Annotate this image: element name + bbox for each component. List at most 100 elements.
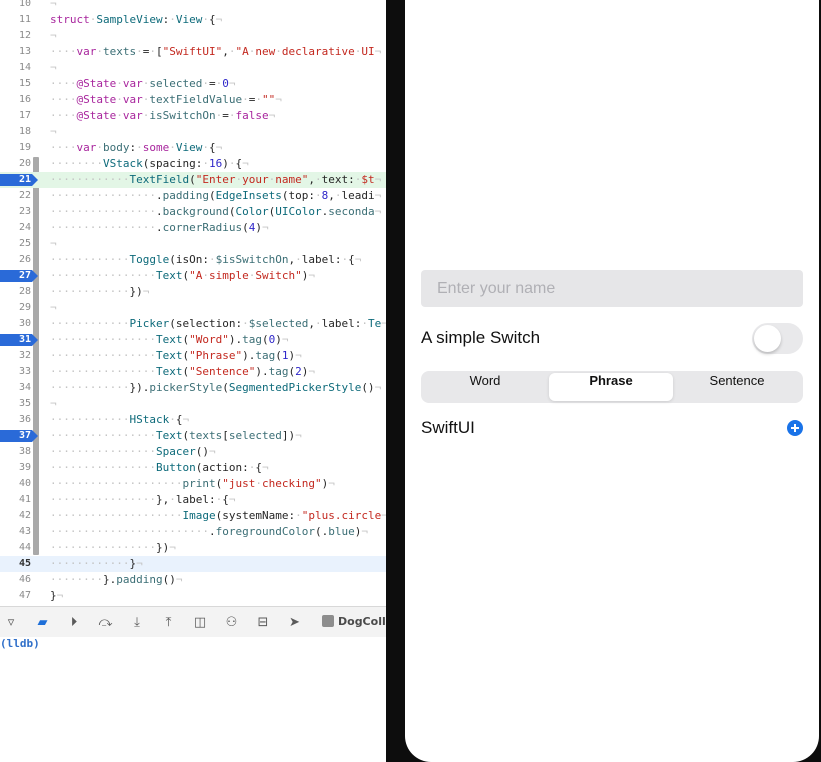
code-line-31[interactable]: 31 ················Text("Word").tag(0)¬ (0, 332, 386, 348)
code-text: }¬ (50, 589, 64, 602)
line-number: 44 (18, 542, 31, 553)
code-line-34[interactable]: 34 ············}).pickerStyle(SegmentedPi… (0, 380, 386, 396)
simulator-screen: Enter your name A simple Switch Word Phr… (405, 0, 819, 762)
code-text: ····var·body:·some·View·{¬ (50, 141, 223, 154)
code-text: ············Picker(selection:·$selected,… (50, 317, 386, 330)
code-line-46[interactable]: 46 ········}.padding()¬ (0, 572, 386, 588)
segment-phrase[interactable]: Phrase (549, 373, 673, 401)
code-line-16[interactable]: 16 ····@State·var·textFieldValue·=·""¬ (0, 92, 386, 108)
step-into-icon: ⤓ (134, 614, 140, 630)
memory-graph-button[interactable]: ⚇ (222, 613, 242, 631)
code-text: ················Text("Phrase").tag(1)¬ (50, 349, 302, 362)
code-text: ····················Image(systemName:·"p… (50, 509, 386, 522)
simple-switch-toggle[interactable] (752, 323, 803, 354)
code-line-11[interactable]: 11 struct·SampleView:·View·{¬ (0, 12, 386, 28)
environment-overrides-button[interactable]: ⊟ (253, 613, 273, 631)
code-line-42[interactable]: 42 ····················Image(systemName:·… (0, 508, 386, 524)
step-over-button[interactable]: ⤼ (96, 613, 116, 631)
code-line-36[interactable]: 36 ············HStack·{¬ (0, 412, 386, 428)
code-line-15[interactable]: 15 ····@State·var·selected·=·0¬ (0, 76, 386, 92)
code-text: ¬ (50, 0, 57, 10)
line-number: 36 (18, 414, 31, 425)
code-line-35[interactable]: 35 ¬ (0, 396, 386, 412)
toggle-knob (754, 325, 781, 352)
code-line-40[interactable]: 40 ····················print("just·checki… (0, 476, 386, 492)
hide-console-icon: ▿ (7, 614, 15, 630)
code-line-41[interactable]: 41 ················},·label:·{¬ (0, 492, 386, 508)
code-line-29[interactable]: 29 ¬ (0, 300, 386, 316)
line-number: 28 (18, 286, 31, 297)
name-text-field[interactable]: Enter your name (421, 270, 803, 307)
line-number: 25 (18, 238, 31, 249)
code-line-17[interactable]: 17 ····@State·var·isSwitchOn·=·false¬ (0, 108, 386, 124)
code-line-32[interactable]: 32 ················Text("Phrase").tag(1)¬ (0, 348, 386, 364)
code-line-22[interactable]: 22 ················.padding(EdgeInsets(to… (0, 188, 386, 204)
code-line-24[interactable]: 24 ················.cornerRadius(4)¬ (0, 220, 386, 236)
code-line-26[interactable]: 26 ············Toggle(isOn:·$isSwitchOn,·… (0, 252, 386, 268)
code-line-14[interactable]: 14 ¬ (0, 60, 386, 76)
line-number: 46 (18, 574, 31, 585)
code-text: ········VStack(spacing:·16)·{¬ (50, 157, 249, 170)
code-line-44[interactable]: 44 ················})¬ (0, 540, 386, 556)
code-line-27[interactable]: 27 ················Text("A·simple·Switch"… (0, 268, 386, 284)
code-line-10[interactable]: 10 ¬ (0, 0, 386, 12)
code-text: ························.foregroundColor… (50, 525, 368, 538)
code-text: ····················print("just·checking… (50, 477, 335, 490)
view-hierarchy-icon: ◫ (193, 614, 207, 630)
step-out-button[interactable]: ⤒ (159, 613, 179, 631)
line-number: 47 (18, 590, 31, 601)
code-line-19[interactable]: 19 ····var·body:·some·View·{¬ (0, 140, 386, 156)
segment-sentence[interactable]: Sentence (675, 373, 799, 401)
code-line-28[interactable]: 28 ············})¬ (0, 284, 386, 300)
code-line-47[interactable]: 47 }¬ (0, 588, 386, 602)
run-target[interactable]: DogColle (322, 615, 393, 628)
code-text: ····@State·var·selected·=·0¬ (50, 77, 236, 90)
line-number: 41 (18, 494, 31, 505)
code-text: ················Text("Sentence").tag(2)¬ (50, 365, 315, 378)
code-line-25[interactable]: 25 ¬ (0, 236, 386, 252)
code-editor[interactable]: 10 ¬ 11 struct·SampleView:·View·{¬ 12 ¬ 13 ····… (0, 0, 386, 602)
switch-label: A simple Switch (421, 328, 541, 347)
line-number: 33 (18, 366, 31, 377)
code-text: ¬ (50, 29, 57, 42)
code-line-39[interactable]: 39 ················Button(action:·{¬ (0, 460, 386, 476)
hide-console-button[interactable]: ▿ (1, 613, 21, 631)
line-number: 43 (18, 526, 31, 537)
code-line-18[interactable]: 18 ¬ (0, 124, 386, 140)
simulate-location-button[interactable]: ➤ (285, 613, 305, 631)
line-number: 12 (18, 30, 31, 41)
code-line-37[interactable]: 37 ················Text(texts[selected])¬ (0, 428, 386, 444)
code-text: ············})¬ (50, 285, 150, 298)
line-number: 20 (18, 158, 31, 169)
code-line-12[interactable]: 12 ¬ (0, 28, 386, 44)
code-line-21[interactable]: 21 ············TextField("Enter·your·name… (0, 172, 386, 188)
line-number: 15 (18, 78, 31, 89)
code-text: ····@State·var·textFieldValue·=·""¬ (50, 93, 282, 106)
step-into-button[interactable]: ⤓ (127, 613, 147, 631)
line-number: 26 (18, 254, 31, 265)
code-text: ············HStack·{¬ (50, 413, 190, 426)
code-line-20[interactable]: 20 ········VStack(spacing:·16)·{¬ (0, 156, 386, 172)
line-number: 35 (18, 398, 31, 409)
view-hierarchy-button[interactable]: ◫ (190, 613, 210, 631)
line-number: 13 (18, 46, 31, 57)
code-line-45[interactable]: 45 ············}¬ (0, 556, 386, 572)
continue-button[interactable]: ⏵ (64, 613, 84, 631)
debug-console[interactable]: (lldb) (0, 637, 386, 762)
code-line-33[interactable]: 33 ················Text("Sentence").tag(2… (0, 364, 386, 380)
hstack-row: SwiftUI (421, 416, 803, 440)
line-number: 45 (18, 558, 31, 569)
line-number: 42 (18, 510, 31, 521)
code-line-43[interactable]: 43 ························.foregroundCol… (0, 524, 386, 540)
code-line-13[interactable]: 13 ····var·texts·=·["SwiftUI",·"A·new·dec… (0, 44, 386, 60)
plus-circle-icon[interactable] (787, 420, 803, 436)
code-line-23[interactable]: 23 ················.background(Color(UICo… (0, 204, 386, 220)
code-text: ················.cornerRadius(4)¬ (50, 221, 269, 234)
code-line-38[interactable]: 38 ················Spacer()¬ (0, 444, 386, 460)
code-text: ············TextField("Enter·your·name",… (50, 173, 382, 186)
code-line-30[interactable]: 30 ············Picker(selection:·$selecte… (0, 316, 386, 332)
code-text: ················.background(Color(UIColo… (50, 205, 382, 218)
line-number: 19 (18, 142, 31, 153)
segment-word[interactable]: Word (423, 373, 547, 401)
breakpoints-toggle-button[interactable]: ▰ (33, 613, 53, 631)
